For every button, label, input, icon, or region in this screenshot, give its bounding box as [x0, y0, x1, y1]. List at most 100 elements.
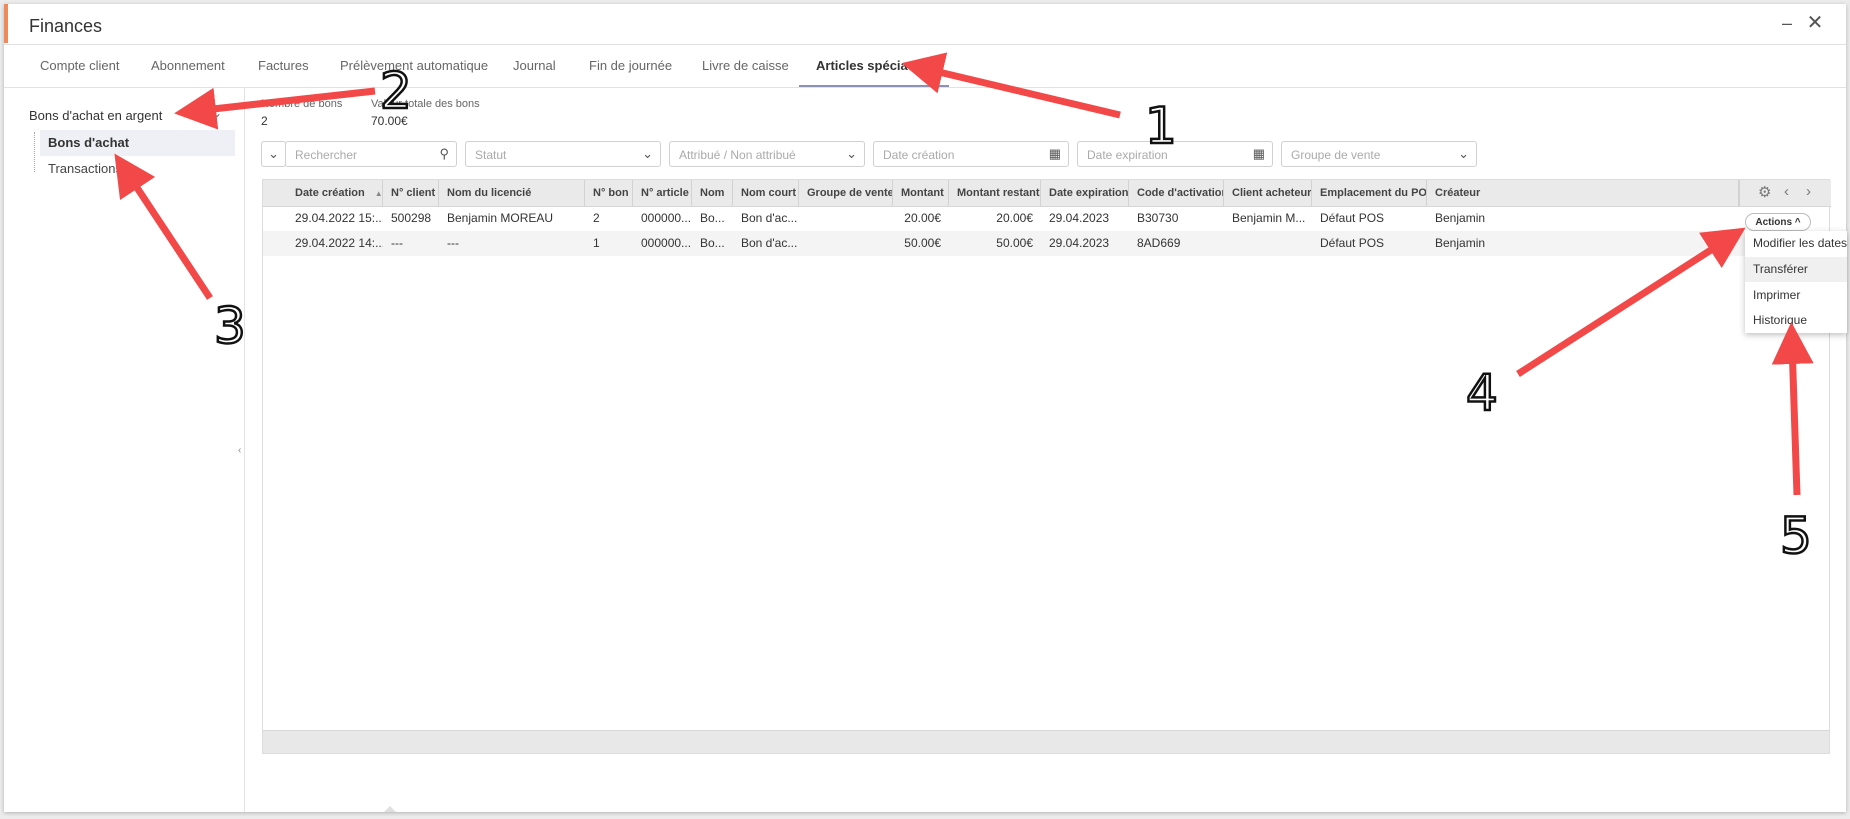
- search-icon[interactable]: ⚲: [439, 146, 449, 162]
- cell-client-number: ---: [391, 236, 403, 250]
- cell-short-name: Bon d'ac...: [741, 211, 798, 225]
- column-header-creator[interactable]: Créateur: [1427, 180, 1739, 206]
- tab-prelevement-automatique[interactable]: Prélèvement automatique: [340, 44, 488, 87]
- expiration-date-placeholder: Date expiration: [1087, 148, 1168, 162]
- column-header-licensee-name[interactable]: Nom du licencié: [439, 180, 585, 206]
- cell-buyer: Benjamin M...: [1232, 211, 1306, 225]
- cell-creator: Benjamin: [1435, 211, 1486, 225]
- sort-icon[interactable]: ▲▼: [375, 189, 382, 198]
- cell-pos-location: Défaut POS: [1320, 236, 1385, 250]
- cell-creator: Benjamin: [1435, 236, 1486, 250]
- column-header-name[interactable]: Nom: [692, 180, 733, 206]
- table-tools: ⚙ ‹ ›: [1739, 180, 1831, 207]
- tab-journal[interactable]: Journal: [513, 44, 556, 87]
- cell-voucher-number: 2: [593, 211, 600, 225]
- title-bar: Finances – ✕: [4, 4, 1846, 45]
- menu-item-transfer[interactable]: Transférer: [1745, 257, 1847, 282]
- column-header-client-number[interactable]: N° client: [383, 180, 439, 206]
- creation-date-field[interactable]: Date création ▦: [873, 141, 1069, 167]
- cell-amount: 50.00€: [904, 236, 941, 250]
- cell-article-number: 000000...: [641, 236, 692, 250]
- cell-date-creation: 29.04.2022 15:...: [295, 211, 383, 225]
- gear-icon[interactable]: ⚙: [1758, 183, 1771, 201]
- search-input[interactable]: Rechercher ⚲: [285, 141, 457, 167]
- cell-name: Bo...: [700, 211, 725, 225]
- column-header-voucher-number[interactable]: N° bon: [585, 180, 633, 206]
- column-header-date-creation[interactable]: Date création▲▼: [287, 180, 383, 206]
- chevron-right-icon[interactable]: ›: [1806, 183, 1811, 200]
- sidebar-collapse-handle[interactable]: ‹: [238, 445, 241, 456]
- chevron-left-icon[interactable]: ‹: [1784, 183, 1789, 200]
- sidebar-group-header[interactable]: Bons d'achat en argent: [29, 108, 162, 123]
- cell-date-creation: 29.04.2022 14:...: [295, 236, 383, 250]
- cell-sales-group: [799, 231, 893, 256]
- chevron-down-icon: ⌄: [1458, 146, 1469, 161]
- chevron-down-icon[interactable]: ⌄: [212, 106, 222, 120]
- tree-connector: [34, 132, 36, 172]
- count-label: Nombre de bons: [261, 98, 343, 110]
- menu-item-print[interactable]: Imprimer: [1745, 283, 1847, 308]
- sales-group-placeholder: Groupe de vente: [1291, 148, 1381, 162]
- column-header-article-number[interactable]: N° article: [633, 180, 692, 206]
- cell-name: Bo...: [700, 236, 725, 250]
- tab-articles-speciaux[interactable]: Articles spéciaux: [816, 44, 923, 87]
- table-footer: [263, 730, 1829, 753]
- sales-group-select[interactable]: Groupe de vente ⌄: [1281, 141, 1477, 167]
- active-tab-indicator: [799, 85, 949, 87]
- cell-amount: 20.00€: [904, 211, 941, 225]
- chevron-down-icon: ⌄: [268, 146, 279, 161]
- menu-item-history[interactable]: Historique: [1745, 308, 1847, 333]
- cell-activation-code: 8AD669: [1137, 236, 1181, 250]
- cell-licensee-name: ---: [447, 236, 459, 250]
- sidebar-item-label: Transactions: [48, 161, 122, 176]
- tab-compte-client[interactable]: Compte client: [40, 44, 119, 87]
- column-header-sales-group[interactable]: Groupe de vente: [799, 180, 893, 206]
- count-value: 2: [261, 114, 268, 128]
- vouchers-table: Date création▲▼ N° client Nom du licenci…: [262, 179, 1831, 754]
- tab-livre-de-caisse[interactable]: Livre de caisse: [702, 44, 789, 87]
- column-header-short-name[interactable]: Nom court: [733, 180, 799, 206]
- bottom-panel-caret[interactable]: [384, 806, 396, 812]
- status-placeholder: Statut: [475, 148, 507, 162]
- window-title: Finances: [29, 16, 103, 36]
- cell-sales-group: [799, 206, 893, 231]
- search-mode-dropdown[interactable]: ⌄: [261, 141, 286, 167]
- actions-button[interactable]: Actions ^: [1745, 213, 1811, 231]
- sidebar-item-bons-dachat[interactable]: Bons d'achat: [40, 130, 235, 156]
- total-label: Valeur totale des bons: [371, 98, 480, 110]
- cell-voucher-number: 1: [593, 236, 600, 250]
- cell-remaining-amount: 50.00€: [996, 236, 1033, 250]
- sidebar-item-label: Bons d'achat: [48, 135, 130, 150]
- minimize-icon[interactable]: –: [1776, 12, 1798, 34]
- calendar-icon[interactable]: ▦: [1253, 146, 1265, 162]
- sidebar: Bons d'achat en argent ⌄ Bons d'achat Tr…: [4, 88, 245, 812]
- expiration-date-field[interactable]: Date expiration ▦: [1077, 141, 1273, 167]
- table-row[interactable]: 29.04.2022 15:... 500298 Benjamin MOREAU…: [263, 206, 1829, 231]
- sidebar-item-transactions[interactable]: Transactions: [40, 156, 235, 182]
- cell-licensee-name: Benjamin MOREAU: [447, 211, 554, 225]
- total-value: 70.00€: [371, 114, 408, 128]
- menu-item-modify-dates[interactable]: Modifier les dates: [1745, 231, 1847, 256]
- column-header-buyer[interactable]: Client acheteur: [1224, 180, 1312, 206]
- calendar-icon[interactable]: ▦: [1049, 146, 1061, 162]
- cell-activation-code: B30730: [1137, 211, 1179, 225]
- assigned-select[interactable]: Attribué / Non attribué ⌄: [669, 141, 865, 167]
- tab-fin-de-journee[interactable]: Fin de journée: [589, 44, 672, 87]
- tab-factures[interactable]: Factures: [258, 44, 309, 87]
- column-header-remaining-amount[interactable]: Montant restant: [949, 180, 1041, 206]
- cell-article-number: 000000...: [641, 211, 692, 225]
- status-select[interactable]: Statut ⌄: [465, 141, 661, 167]
- actions-menu: Modifier les dates Transférer Imprimer H…: [1745, 231, 1847, 333]
- tab-abonnement[interactable]: Abonnement: [151, 44, 225, 87]
- close-icon[interactable]: ✕: [1804, 12, 1826, 34]
- column-header-amount[interactable]: Montant: [893, 180, 949, 206]
- column-header-expiration-date[interactable]: Date expiration: [1041, 180, 1129, 206]
- cell-remaining-amount: 20.00€: [996, 211, 1033, 225]
- table-row[interactable]: 29.04.2022 14:... --- --- 1 000000... Bo…: [263, 231, 1829, 256]
- assigned-placeholder: Attribué / Non attribué: [679, 148, 796, 162]
- column-header-activation-code[interactable]: Code d'activation: [1129, 180, 1224, 206]
- chevron-down-icon: ⌄: [642, 146, 653, 161]
- chevron-up-icon: ^: [1794, 217, 1801, 228]
- cell-client-number: 500298: [391, 211, 432, 225]
- column-header-pos-location[interactable]: Emplacement du POS: [1312, 180, 1427, 206]
